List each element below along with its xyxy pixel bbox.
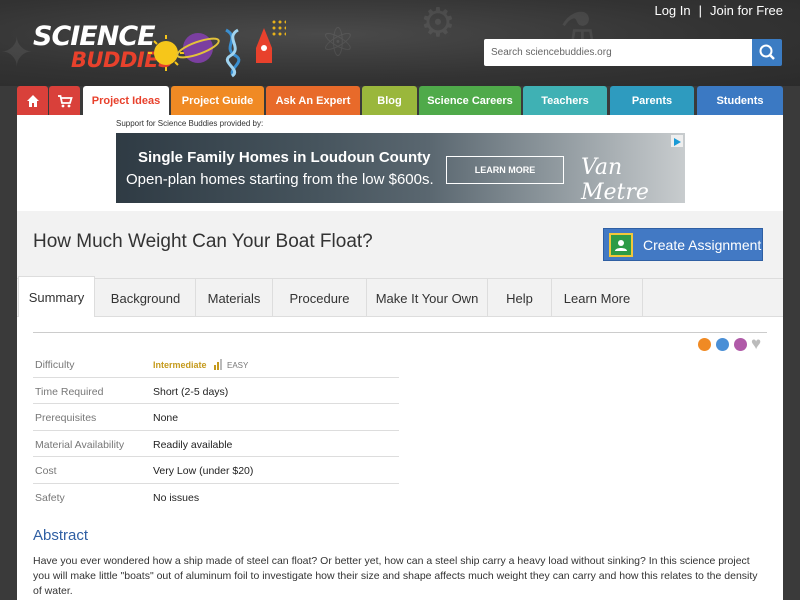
subtab-background[interactable]: Background: [96, 279, 196, 317]
join-link[interactable]: Join for Free: [710, 3, 783, 18]
tab-parents[interactable]: Parents: [610, 86, 694, 115]
search-button[interactable]: [752, 39, 782, 66]
fact-row-material-availability: Material Availability Readily available: [33, 431, 399, 457]
print-icon[interactable]: [716, 338, 729, 351]
gear-doodle-icon: ⚙: [420, 1, 456, 45]
fact-value: No issues: [153, 491, 200, 504]
abstract-heading: Abstract: [33, 527, 89, 544]
main-panel: Support for Science Buddies provided by:…: [17, 115, 783, 600]
page-title: How Much Weight Can Your Boat Float?: [33, 231, 373, 252]
tab-project-guide[interactable]: Project Guide: [171, 86, 264, 115]
subtab-procedure[interactable]: Procedure: [273, 279, 367, 317]
tab-project-ideas[interactable]: Project Ideas: [83, 86, 169, 115]
summary-content: ♥ Difficulty Intermediate EASY Time Requ…: [17, 317, 783, 600]
fact-key: Safety: [35, 491, 65, 504]
abstract-text: Have you ever wondered how a ship made o…: [33, 555, 758, 597]
tab-blog[interactable]: Blog: [362, 86, 417, 115]
fact-key: Difficulty: [35, 359, 75, 371]
fact-row-cost: Cost Very Low (under $20): [33, 457, 399, 484]
fact-value: Very Low (under $20): [153, 465, 254, 477]
ad-learn-more-button[interactable]: LEARN MORE: [446, 156, 564, 184]
ad-title: Single Family Homes in Loudoun County: [138, 149, 431, 166]
home-icon: [26, 94, 39, 107]
cart-tab[interactable]: [49, 86, 80, 115]
tab-ask-an-expert[interactable]: Ask An Expert: [266, 86, 360, 115]
atom-doodle-icon: ⚛: [320, 21, 356, 65]
login-link[interactable]: Log In: [654, 3, 690, 18]
google-classroom-icon: [609, 232, 633, 257]
ad-banner[interactable]: Single Family Homes in Loudoun County Op…: [116, 133, 685, 203]
fact-key: Material Availability: [35, 438, 125, 451]
project-subtabs: Summary Background Materials Procedure M…: [17, 276, 783, 318]
ad-choices-triangle-icon: [674, 138, 681, 146]
fact-row-difficulty: Difficulty Intermediate EASY: [33, 351, 399, 378]
ad-sponsor-label: Support for Science Buddies provided by:: [116, 119, 264, 128]
search-input[interactable]: [484, 39, 752, 66]
create-assignment-label: Create Assignment: [643, 236, 762, 253]
email-icon[interactable]: [734, 338, 747, 351]
difficulty-level-label: EASY: [227, 361, 249, 370]
link-separator: |: [698, 3, 703, 18]
fact-key: Prerequisites: [35, 412, 97, 424]
home-tab[interactable]: [17, 86, 48, 115]
cart-icon: [57, 94, 73, 107]
fact-key: Time Required: [35, 385, 104, 398]
tab-science-careers[interactable]: Science Careers: [419, 86, 521, 115]
tab-students[interactable]: Students: [697, 86, 783, 115]
logo-science-icons: [148, 20, 286, 78]
divider: [33, 332, 767, 333]
difficulty-bars-icon: [214, 359, 222, 370]
fact-row-time-required: Time Required Short (2-5 days): [33, 378, 399, 404]
ad-choices-icon[interactable]: [671, 135, 683, 147]
ad-brand-logo: Van Metre: [581, 155, 649, 203]
tab-teachers[interactable]: Teachers: [523, 86, 607, 115]
account-links: Log In | Join for Free: [654, 3, 783, 18]
fact-value: Short (2-5 days): [153, 385, 229, 398]
fact-row-safety: Safety No issues: [33, 484, 399, 511]
fact-row-prerequisites: Prerequisites None: [33, 404, 399, 431]
fact-value-difficulty: Intermediate: [153, 360, 207, 370]
subtab-make-it-your-own[interactable]: Make It Your Own: [367, 279, 488, 317]
fact-key: Cost: [35, 465, 57, 477]
fact-value: None: [153, 412, 179, 424]
subtab-help[interactable]: Help: [488, 279, 552, 317]
ad-subtitle: Open-plan homes starting from the low $6…: [126, 171, 434, 188]
search-icon: [759, 44, 775, 60]
site-header: ⚛ ⚙ ⚗ ✦ SCIENCE BUDDIES Log In | Join for …: [0, 0, 800, 86]
create-assignment-button[interactable]: Create Assignment: [603, 228, 763, 261]
share-icon[interactable]: [698, 338, 711, 351]
main-nav: Project Ideas Project Guide Ask An Exper…: [17, 86, 783, 115]
subtab-materials[interactable]: Materials: [196, 279, 273, 317]
fact-value: Readily available: [153, 438, 233, 451]
project-facts-table: Difficulty Intermediate EASY Time Requir…: [33, 351, 399, 510]
subtab-learn-more[interactable]: Learn More: [552, 279, 643, 317]
star-doodle-icon: ✦: [0, 31, 34, 75]
classroom-person-icon: [615, 239, 627, 251]
subtab-summary[interactable]: Summary: [18, 276, 95, 318]
favorite-heart-icon[interactable]: ♥: [751, 334, 761, 354]
search-bar: [484, 39, 782, 66]
